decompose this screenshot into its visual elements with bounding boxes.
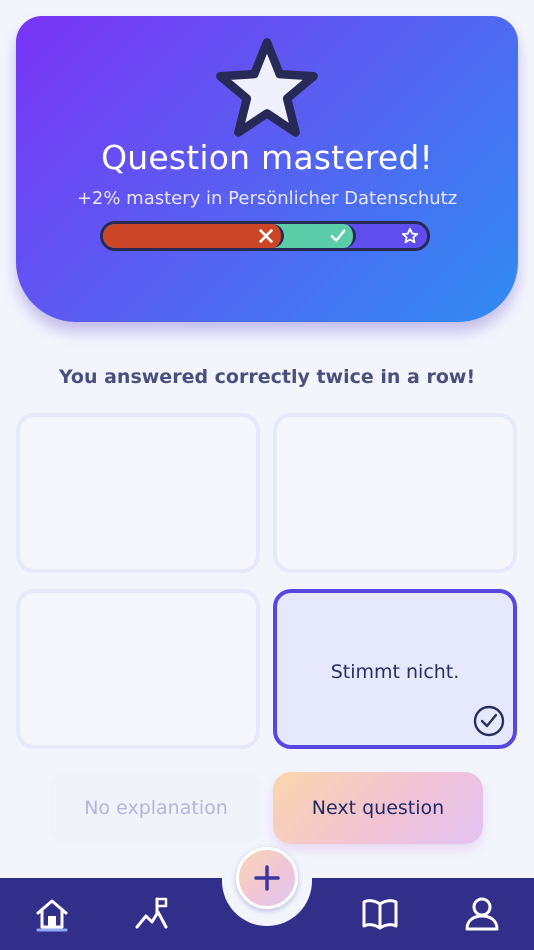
answer-option-3[interactable]	[16, 589, 260, 749]
mastery-banner: Question mastered! +2% mastery in Persön…	[16, 16, 518, 322]
profile-icon	[465, 897, 499, 931]
answer-option-4-selected[interactable]: Stimmt nicht.	[273, 589, 517, 749]
mastery-progress-bar	[100, 221, 430, 251]
path-icon	[135, 897, 168, 929]
answer-option-2[interactable]	[273, 413, 517, 573]
tab-library[interactable]	[360, 894, 400, 934]
tab-learning-path[interactable]	[132, 894, 172, 934]
hero-subtitle: +2% mastery in Persönlicher Datenschutz	[76, 188, 458, 209]
home-icon	[36, 899, 68, 932]
no-explanation-button[interactable]: No explanation	[50, 772, 262, 844]
x-icon	[259, 229, 274, 243]
star-outline-icon	[401, 227, 419, 244]
next-question-button[interactable]: Next question	[273, 772, 483, 844]
answer-text: Stimmt nicht.	[330, 661, 460, 683]
plus-icon	[254, 865, 280, 891]
book-icon	[362, 899, 398, 930]
check-circle-icon	[473, 705, 505, 737]
star-icon	[216, 38, 318, 137]
tab-profile[interactable]	[462, 894, 502, 934]
answer-option-1[interactable]	[16, 413, 260, 573]
tab-home[interactable]	[32, 894, 72, 934]
add-button[interactable]	[236, 847, 298, 909]
hero-title: Question mastered!	[101, 138, 433, 177]
check-icon	[330, 229, 346, 242]
progress-segment-wrong	[103, 224, 285, 248]
streak-message: You answered correctly twice in a row!	[58, 366, 476, 388]
